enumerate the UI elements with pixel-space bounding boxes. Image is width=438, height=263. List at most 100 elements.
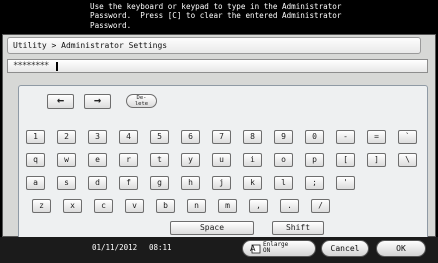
key-label: 3 bbox=[95, 132, 100, 141]
key-row2-7[interactable]: i bbox=[243, 153, 262, 167]
key-label: \ bbox=[405, 155, 410, 164]
key-row4-1[interactable]: x bbox=[63, 199, 82, 213]
key-label: / bbox=[318, 201, 323, 210]
enlarge-label: Enlarge ON bbox=[263, 242, 288, 254]
key-row4-5[interactable]: n bbox=[187, 199, 206, 213]
breadcrumb-bar: Utility > Administrator Settings bbox=[7, 37, 421, 54]
key-row3-7[interactable]: k bbox=[243, 176, 262, 190]
key-row3-10[interactable]: ' bbox=[336, 176, 355, 190]
key-row2-4[interactable]: t bbox=[150, 153, 169, 167]
key-row3-5[interactable]: h bbox=[181, 176, 200, 190]
settings-window: Utility > Administrator Settings *******… bbox=[2, 34, 436, 240]
key-label: z bbox=[39, 201, 44, 210]
key-row3-1[interactable]: s bbox=[57, 176, 76, 190]
key-row1-12[interactable]: ` bbox=[398, 130, 417, 144]
cursor-left-key[interactable]: ← bbox=[47, 94, 74, 109]
key-label: v bbox=[132, 201, 137, 210]
key-label: n bbox=[194, 201, 199, 210]
key-label: k bbox=[250, 178, 255, 187]
key-row4-4[interactable]: b bbox=[156, 199, 175, 213]
key-row1-6[interactable]: 7 bbox=[212, 130, 231, 144]
key-label: ' bbox=[343, 178, 348, 187]
key-label: [ bbox=[343, 155, 348, 164]
key-row4-6[interactable]: m bbox=[218, 199, 237, 213]
key-label: g bbox=[157, 178, 162, 187]
key-label: o bbox=[281, 155, 286, 164]
shift-label: Shift bbox=[285, 223, 311, 232]
instruction-line-1: Use the keyboard or keypad to type in th… bbox=[90, 2, 342, 11]
key-label: c bbox=[101, 201, 106, 210]
left-arrow-icon: ← bbox=[56, 93, 65, 107]
key-row3-3[interactable]: f bbox=[119, 176, 138, 190]
key-label: ` bbox=[405, 132, 410, 141]
ok-button[interactable]: OK bbox=[376, 240, 426, 257]
key-row4-8[interactable]: . bbox=[280, 199, 299, 213]
shift-key[interactable]: Shift bbox=[272, 221, 324, 235]
key-label: l bbox=[281, 178, 286, 187]
cursor-right-key[interactable]: → bbox=[84, 94, 111, 109]
key-row2-0[interactable]: q bbox=[26, 153, 45, 167]
key-row1-3[interactable]: 4 bbox=[119, 130, 138, 144]
key-row3-0[interactable]: a bbox=[26, 176, 45, 190]
key-row1-5[interactable]: 6 bbox=[181, 130, 200, 144]
key-label: ] bbox=[374, 155, 379, 164]
key-row1-11[interactable]: = bbox=[367, 130, 386, 144]
key-row4-9[interactable]: / bbox=[311, 199, 330, 213]
key-row1-2[interactable]: 3 bbox=[88, 130, 107, 144]
space-label: Space bbox=[199, 223, 225, 232]
key-row2-1[interactable]: w bbox=[57, 153, 76, 167]
enlarge-display-icon: A bbox=[250, 244, 261, 254]
delete-key[interactable]: De- lete bbox=[126, 94, 157, 108]
key-row3-6[interactable]: j bbox=[212, 176, 231, 190]
key-row1-0[interactable]: 1 bbox=[26, 130, 45, 144]
key-row2-2[interactable]: e bbox=[88, 153, 107, 167]
key-row3-9[interactable]: ; bbox=[305, 176, 324, 190]
key-row3-8[interactable]: l bbox=[274, 176, 293, 190]
key-row2-9[interactable]: p bbox=[305, 153, 324, 167]
key-row3-2[interactable]: d bbox=[88, 176, 107, 190]
key-label: w bbox=[64, 155, 69, 164]
password-input[interactable]: ******** bbox=[7, 59, 428, 73]
key-label: 4 bbox=[126, 132, 131, 141]
key-row1-9[interactable]: 0 bbox=[305, 130, 324, 144]
key-row2-11[interactable]: ] bbox=[367, 153, 386, 167]
key-row2-5[interactable]: y bbox=[181, 153, 200, 167]
key-row3-4[interactable]: g bbox=[150, 176, 169, 190]
key-label: ; bbox=[312, 178, 317, 187]
key-row1-7[interactable]: 8 bbox=[243, 130, 262, 144]
key-label: s bbox=[64, 178, 69, 187]
key-row2-10[interactable]: [ bbox=[336, 153, 355, 167]
svg-text:A: A bbox=[250, 244, 256, 253]
key-label: 6 bbox=[188, 132, 193, 141]
key-row1-8[interactable]: 9 bbox=[274, 130, 293, 144]
key-label: i bbox=[250, 155, 255, 164]
key-row1-10[interactable]: - bbox=[336, 130, 355, 144]
key-label: a bbox=[33, 178, 38, 187]
space-key[interactable]: Space bbox=[170, 221, 254, 235]
key-label: 1 bbox=[33, 132, 38, 141]
key-row1-1[interactable]: 2 bbox=[57, 130, 76, 144]
screen: Use the keyboard or keypad to type in th… bbox=[0, 0, 438, 263]
key-row2-6[interactable]: u bbox=[212, 153, 231, 167]
key-row4-7[interactable]: , bbox=[249, 199, 268, 213]
key-label: q bbox=[33, 155, 38, 164]
key-label: y bbox=[188, 155, 193, 164]
date-display: 01/11/2012 bbox=[92, 243, 138, 252]
key-label: = bbox=[374, 132, 379, 141]
enlarge-display-button[interactable]: A Enlarge ON bbox=[242, 240, 316, 257]
password-value: ******** bbox=[13, 61, 49, 71]
enlarge-label-line-2: ON bbox=[263, 247, 271, 254]
key-row2-8[interactable]: o bbox=[274, 153, 293, 167]
cancel-button[interactable]: Cancel bbox=[321, 240, 369, 257]
key-row2-12[interactable]: \ bbox=[398, 153, 417, 167]
key-row1-4[interactable]: 5 bbox=[150, 130, 169, 144]
key-label: e bbox=[95, 155, 100, 164]
key-row4-0[interactable]: z bbox=[32, 199, 51, 213]
key-label: 2 bbox=[64, 132, 69, 141]
key-row4-3[interactable]: v bbox=[125, 199, 144, 213]
ok-label: OK bbox=[396, 244, 406, 253]
key-row2-3[interactable]: r bbox=[119, 153, 138, 167]
key-row4-2[interactable]: c bbox=[94, 199, 113, 213]
key-label: 0 bbox=[312, 132, 317, 141]
key-label: - bbox=[343, 132, 348, 141]
